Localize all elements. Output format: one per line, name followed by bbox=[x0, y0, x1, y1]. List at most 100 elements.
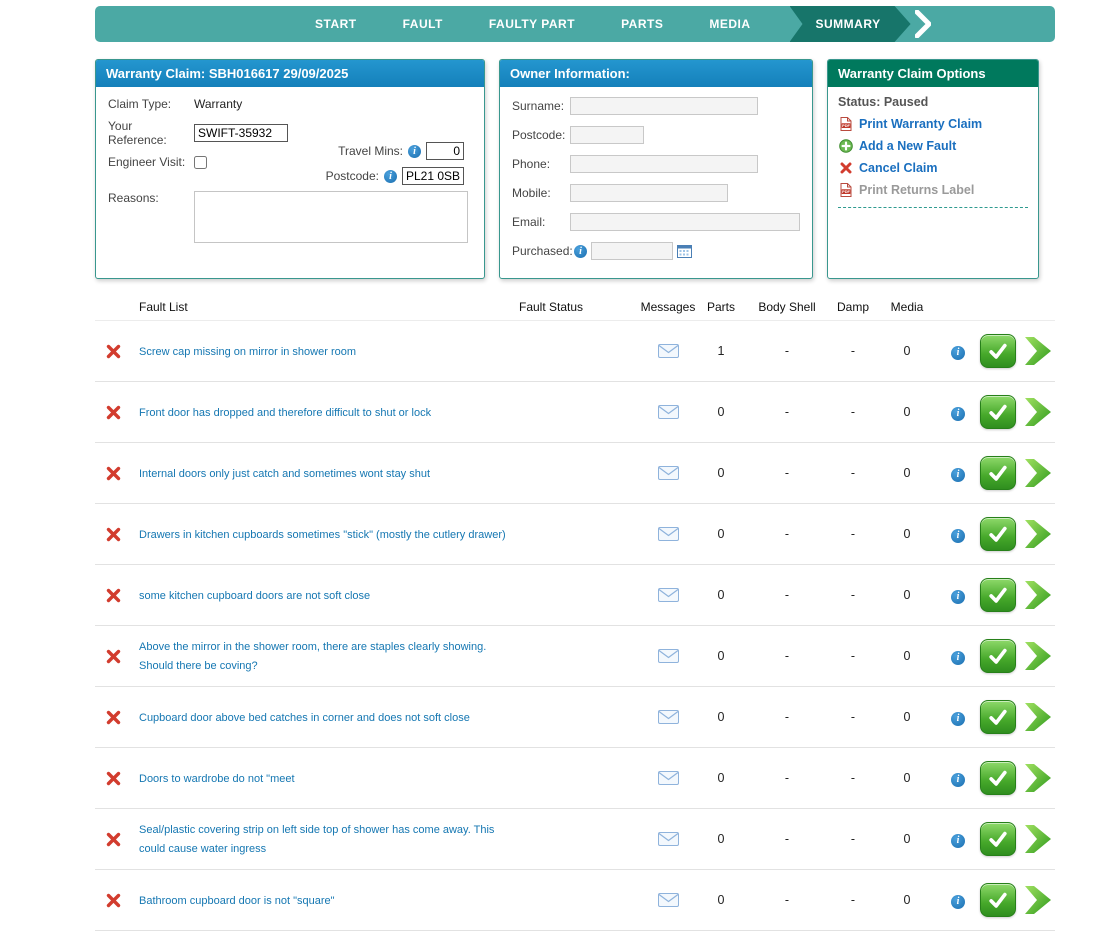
owner-mobile-label: Mobile: bbox=[512, 186, 570, 200]
open-fault-arrow[interactable] bbox=[1024, 396, 1052, 428]
parts-count: 0 bbox=[718, 588, 725, 602]
damp-value: - bbox=[851, 832, 855, 846]
nav-step-start[interactable]: START bbox=[315, 17, 357, 31]
fault-rows: Screw cap missing on mirror in shower ro… bbox=[95, 321, 1055, 931]
delete-fault-icon[interactable] bbox=[106, 710, 121, 725]
fault-info-icon[interactable]: i bbox=[951, 651, 965, 665]
fault-description-link[interactable]: Drawers in kitchen cupboards sometimes "… bbox=[139, 529, 506, 541]
fault-row: Seal/plastic covering strip on left side… bbox=[95, 809, 1055, 870]
message-envelope-icon[interactable] bbox=[658, 405, 679, 419]
message-envelope-icon[interactable] bbox=[658, 771, 679, 785]
message-envelope-icon[interactable] bbox=[658, 710, 679, 724]
message-envelope-icon[interactable] bbox=[658, 832, 679, 846]
open-fault-arrow[interactable] bbox=[1024, 457, 1052, 489]
reasons-textarea[interactable] bbox=[194, 191, 468, 243]
complete-fault-button[interactable] bbox=[980, 578, 1016, 612]
claim-type-label: Claim Type: bbox=[108, 97, 194, 111]
message-envelope-icon[interactable] bbox=[658, 466, 679, 480]
nav-step-parts[interactable]: PARTS bbox=[621, 17, 663, 31]
complete-fault-button[interactable] bbox=[980, 761, 1016, 795]
parts-count: 0 bbox=[718, 527, 725, 541]
travel-mins-info-icon[interactable]: i bbox=[408, 145, 421, 158]
fault-description-link[interactable]: Internal doors only just catch and somet… bbox=[139, 468, 430, 480]
delete-fault-icon[interactable] bbox=[106, 649, 121, 664]
fault-table-header: Fault List Fault Status Messages Parts B… bbox=[95, 293, 1055, 321]
message-envelope-icon[interactable] bbox=[658, 527, 679, 541]
engineer-visit-checkbox[interactable] bbox=[194, 156, 207, 169]
complete-fault-button[interactable] bbox=[980, 700, 1016, 734]
open-fault-arrow[interactable] bbox=[1024, 640, 1052, 672]
fault-description-link[interactable]: Above the mirror in the shower room, the… bbox=[139, 641, 486, 672]
complete-fault-button[interactable] bbox=[980, 334, 1016, 368]
complete-fault-button[interactable] bbox=[980, 883, 1016, 917]
fault-info-icon[interactable]: i bbox=[951, 590, 965, 604]
owner-mobile-input[interactable] bbox=[570, 184, 728, 202]
body-shell-value: - bbox=[785, 649, 789, 663]
complete-fault-button[interactable] bbox=[980, 639, 1016, 673]
fault-info-icon[interactable]: i bbox=[951, 468, 965, 482]
open-fault-arrow[interactable] bbox=[1024, 579, 1052, 611]
open-fault-arrow[interactable] bbox=[1024, 518, 1052, 550]
complete-fault-button[interactable] bbox=[980, 395, 1016, 429]
fault-info-icon[interactable]: i bbox=[951, 834, 965, 848]
fault-description-link[interactable]: Front door has dropped and therefore dif… bbox=[139, 407, 431, 419]
delete-fault-icon[interactable] bbox=[106, 527, 121, 542]
owner-phone-input[interactable] bbox=[570, 155, 758, 173]
delete-fault-icon[interactable] bbox=[106, 832, 121, 847]
open-fault-arrow[interactable] bbox=[1024, 823, 1052, 855]
delete-fault-icon[interactable] bbox=[106, 344, 121, 359]
travel-mins-input[interactable] bbox=[426, 142, 464, 160]
message-envelope-icon[interactable] bbox=[658, 344, 679, 358]
open-fault-arrow[interactable] bbox=[1024, 884, 1052, 916]
damp-value: - bbox=[851, 649, 855, 663]
claim-status: Status: Paused bbox=[838, 95, 1028, 109]
fault-description-link[interactable]: Bathroom cupboard door is not "square" bbox=[139, 895, 335, 907]
delete-fault-icon[interactable] bbox=[106, 771, 121, 786]
owner-email-input[interactable] bbox=[570, 213, 800, 231]
fault-info-icon[interactable]: i bbox=[951, 895, 965, 909]
fault-info-icon[interactable]: i bbox=[951, 773, 965, 787]
nav-step-faulty-part[interactable]: FAULTY PART bbox=[489, 17, 575, 31]
print-warranty-claim-link[interactable]: Print Warranty Claim bbox=[859, 117, 982, 131]
owner-surname-input[interactable] bbox=[570, 97, 758, 115]
add-a-new-fault-link[interactable]: Add a New Fault bbox=[859, 139, 956, 153]
open-fault-arrow[interactable] bbox=[1024, 701, 1052, 733]
calendar-icon[interactable] bbox=[677, 244, 692, 258]
purchased-info-icon[interactable]: i bbox=[574, 245, 587, 258]
fault-description-link[interactable]: Doors to wardrobe do not "meet bbox=[139, 773, 295, 785]
delete-fault-icon[interactable] bbox=[106, 466, 121, 481]
delete-fault-icon[interactable] bbox=[106, 588, 121, 603]
your-reference-input[interactable] bbox=[194, 124, 288, 142]
media-count: 0 bbox=[904, 710, 911, 724]
owner-postcode-input[interactable] bbox=[570, 126, 644, 144]
delete-fault-icon[interactable] bbox=[106, 893, 121, 908]
fault-info-icon[interactable]: i bbox=[951, 407, 965, 421]
travel-mins-label: Travel Mins: bbox=[338, 144, 403, 158]
complete-fault-button[interactable] bbox=[980, 822, 1016, 856]
cancel-claim-link[interactable]: Cancel Claim bbox=[859, 161, 938, 175]
claim-postcode-input[interactable] bbox=[402, 167, 464, 185]
message-envelope-icon[interactable] bbox=[658, 649, 679, 663]
nav-step-summary[interactable]: SUMMARY bbox=[790, 6, 911, 42]
fault-info-icon[interactable]: i bbox=[951, 529, 965, 543]
fault-description-link[interactable]: some kitchen cupboard doors are not soft… bbox=[139, 590, 370, 602]
purchased-date-input[interactable] bbox=[591, 242, 673, 260]
message-envelope-icon[interactable] bbox=[658, 588, 679, 602]
delete-fault-icon[interactable] bbox=[106, 405, 121, 420]
damp-value: - bbox=[851, 344, 855, 358]
fault-description-link[interactable]: Seal/plastic covering strip on left side… bbox=[139, 824, 494, 855]
nav-step-media[interactable]: MEDIA bbox=[709, 17, 750, 31]
col-header-body-shell: Body Shell bbox=[741, 300, 833, 314]
fault-description-link[interactable]: Cupboard door above bed catches in corne… bbox=[139, 712, 470, 724]
fault-info-icon[interactable]: i bbox=[951, 712, 965, 726]
nav-step-fault[interactable]: FAULT bbox=[403, 17, 443, 31]
open-fault-arrow[interactable] bbox=[1024, 335, 1052, 367]
claim-postcode-info-icon[interactable]: i bbox=[384, 170, 397, 183]
fault-description-link[interactable]: Screw cap missing on mirror in shower ro… bbox=[139, 346, 356, 358]
open-fault-arrow[interactable] bbox=[1024, 762, 1052, 794]
complete-fault-button[interactable] bbox=[980, 456, 1016, 490]
fault-info-icon[interactable]: i bbox=[951, 346, 965, 360]
your-reference-label: Your Reference: bbox=[108, 119, 194, 147]
message-envelope-icon[interactable] bbox=[658, 893, 679, 907]
complete-fault-button[interactable] bbox=[980, 517, 1016, 551]
